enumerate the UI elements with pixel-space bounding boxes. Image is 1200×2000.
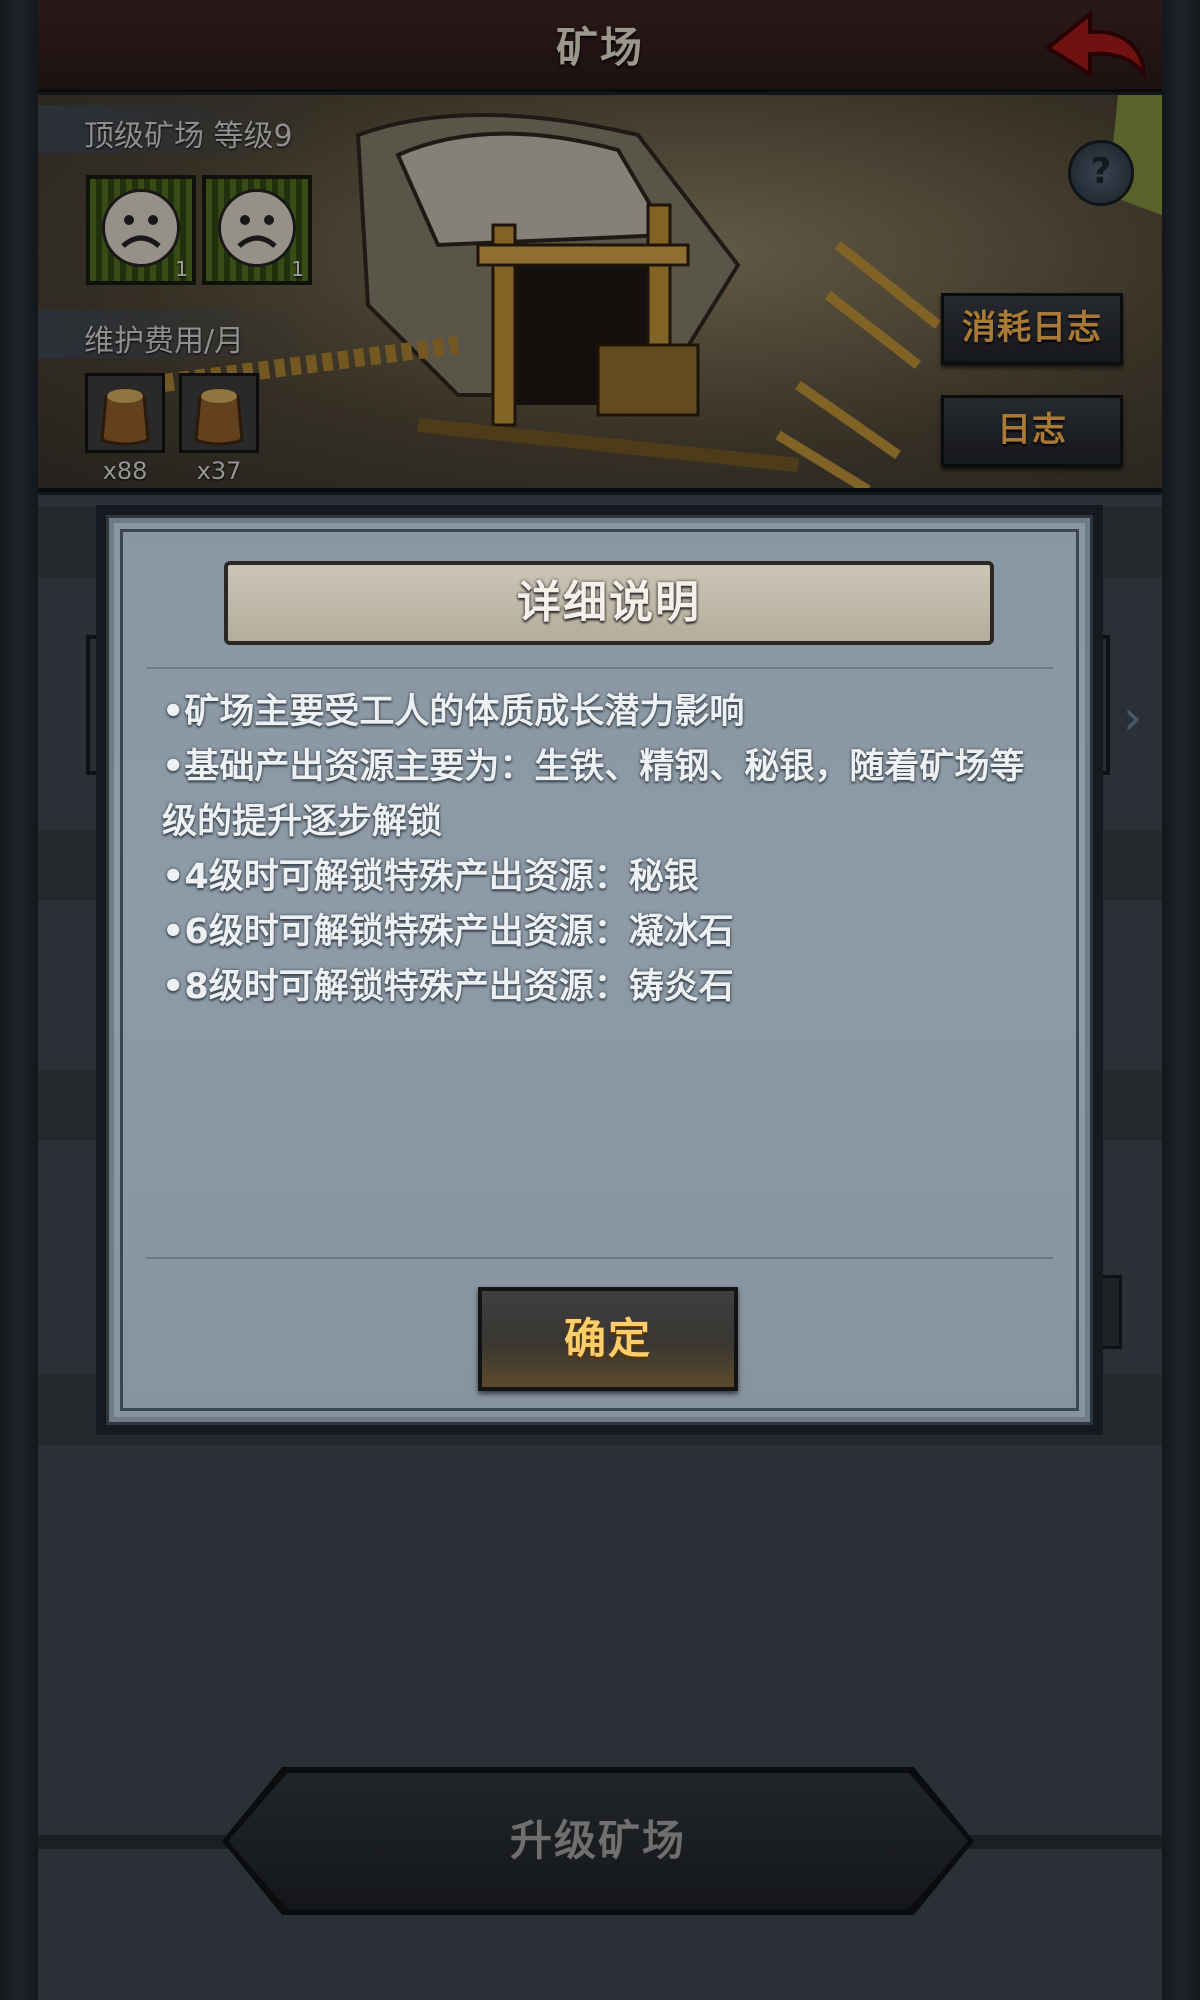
dialog-description: •矿场主要受工人的体质成长潜力影响 •基础产出资源主要为：生铁、精钢、秘银，随着… [162,685,1052,1015]
dialog-title: 详细说明 [224,561,994,645]
divider [146,1257,1053,1259]
description-line: •矿场主要受工人的体质成长潜力影响 [162,692,745,732]
detail-dialog: 详细说明 •矿场主要受工人的体质成长潜力影响 •基础产出资源主要为：生铁、精钢、… [96,505,1103,1435]
description-line: •8级时可解锁特殊产出资源：铸炎石 [162,967,734,1007]
divider [146,667,1053,669]
description-line: •基础产出资源主要为：生铁、精钢、秘银，随着矿场等级的提升逐步解锁 [162,747,1025,842]
description-line: •4级时可解锁特殊产出资源：秘银 [162,857,699,897]
description-line: •6级时可解锁特殊产出资源：凝冰石 [162,912,734,952]
confirm-button[interactable]: 确定 [478,1287,738,1391]
